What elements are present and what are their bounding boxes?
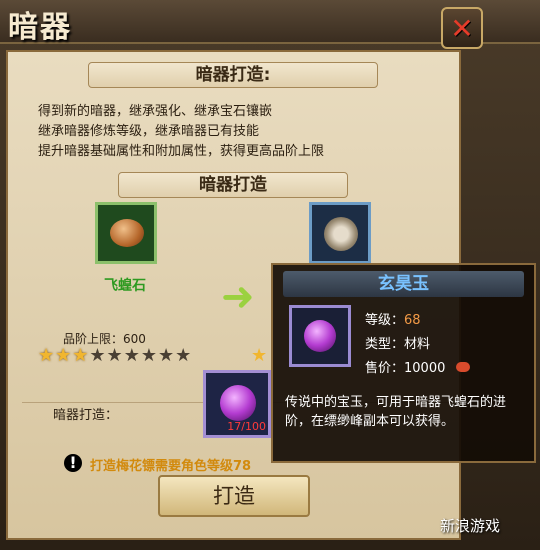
desc-line-2: 继承暗器修炼等级，继承暗器已有技能 [38, 124, 260, 139]
tooltip-level: 等级：68 [365, 313, 421, 328]
tooltip-item-slot [289, 305, 351, 367]
jade-orb-icon [304, 320, 336, 352]
watermark: 新浪游戏 [440, 517, 501, 535]
grade-limit: 品阶上限：600 [63, 332, 146, 346]
section-header: 暗器打造: [88, 62, 378, 88]
arrow-right-icon: ➜ [221, 274, 255, 320]
close-icon: ✕ [450, 11, 474, 45]
game-window: 暗器 ✕ 暗器打造: 得到新的暗器，继承强化、继承宝石镶嵌 继承暗器修炼等级，继… [0, 0, 540, 550]
source-item-stars: ★★★★★★★★★ [38, 345, 193, 366]
material-count: 17/100 [227, 420, 266, 433]
flower-dart-icon [324, 217, 358, 251]
tooltip-title: 玄昊玉 [283, 271, 524, 297]
tooltip-price: 售价：10000 [365, 357, 470, 376]
desc-line-3: 提升暗器基础属性和附加属性，获得更高品阶上限 [38, 144, 325, 159]
coin-icon [455, 362, 470, 372]
window-title: 暗器 [8, 10, 72, 45]
source-item-slot[interactable] [95, 202, 157, 264]
material-slot[interactable]: 17/100 [203, 370, 271, 438]
close-button[interactable]: ✕ [441, 7, 483, 49]
desc-line-1: 得到新的暗器，继承强化、继承宝石镶嵌 [38, 104, 273, 119]
forge-button[interactable]: 打造 [158, 475, 310, 517]
stone-icon [110, 219, 144, 247]
tooltip-description: 传说中的宝玉，可用于暗器飞蝗石的进阶，在缥缈峰副本可以获得。 [285, 395, 507, 429]
warning-text: 打造梅花镖需要角色等级78 [90, 459, 252, 474]
warning-icon: ! [64, 454, 82, 472]
item-tooltip: 玄昊玉 等级：68 类型：材料 售价：10000 传说中的宝玉，可用于暗器飞蝗石… [271, 263, 536, 463]
tooltip-type: 类型：材料 [365, 337, 431, 352]
materials-label: 暗器打造： [53, 408, 119, 423]
target-item-slot[interactable] [309, 202, 371, 264]
target-item-stars: ★ [251, 345, 268, 366]
source-item-name: 飞蝗石 [104, 278, 146, 294]
craft-header: 暗器打造 [118, 172, 348, 198]
jade-orb-icon [220, 385, 256, 421]
